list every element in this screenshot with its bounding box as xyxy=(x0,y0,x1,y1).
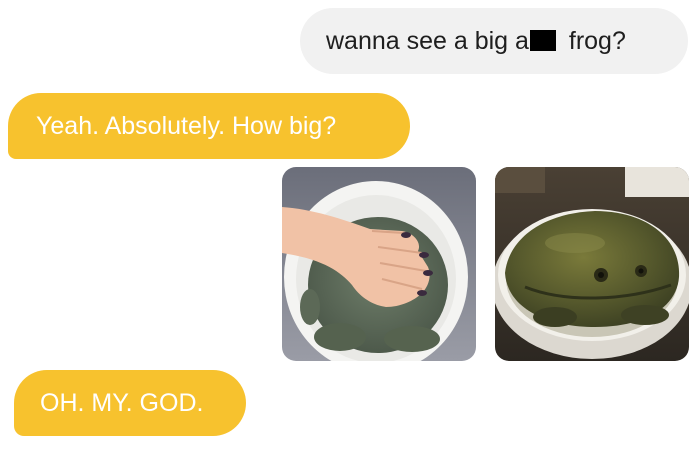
sent-message-text: wanna see a big a frog? xyxy=(326,26,626,55)
giant-frog-image xyxy=(495,167,689,361)
frog-photo-in-bowl[interactable] xyxy=(495,167,689,361)
received-message-text: Yeah. Absolutely. How big? xyxy=(36,111,337,140)
frog-hand-image xyxy=(282,167,476,361)
sent-message-bubble[interactable]: wanna see a big a frog? xyxy=(300,8,688,74)
frog-photo-with-hand[interactable] xyxy=(282,167,476,361)
received-message-bubble[interactable]: OH. MY. GOD. xyxy=(14,370,246,436)
redaction-block xyxy=(529,29,556,51)
received-message-bubble[interactable]: Yeah. Absolutely. How big? xyxy=(8,93,410,159)
received-message-text: OH. MY. GOD. xyxy=(40,388,204,417)
